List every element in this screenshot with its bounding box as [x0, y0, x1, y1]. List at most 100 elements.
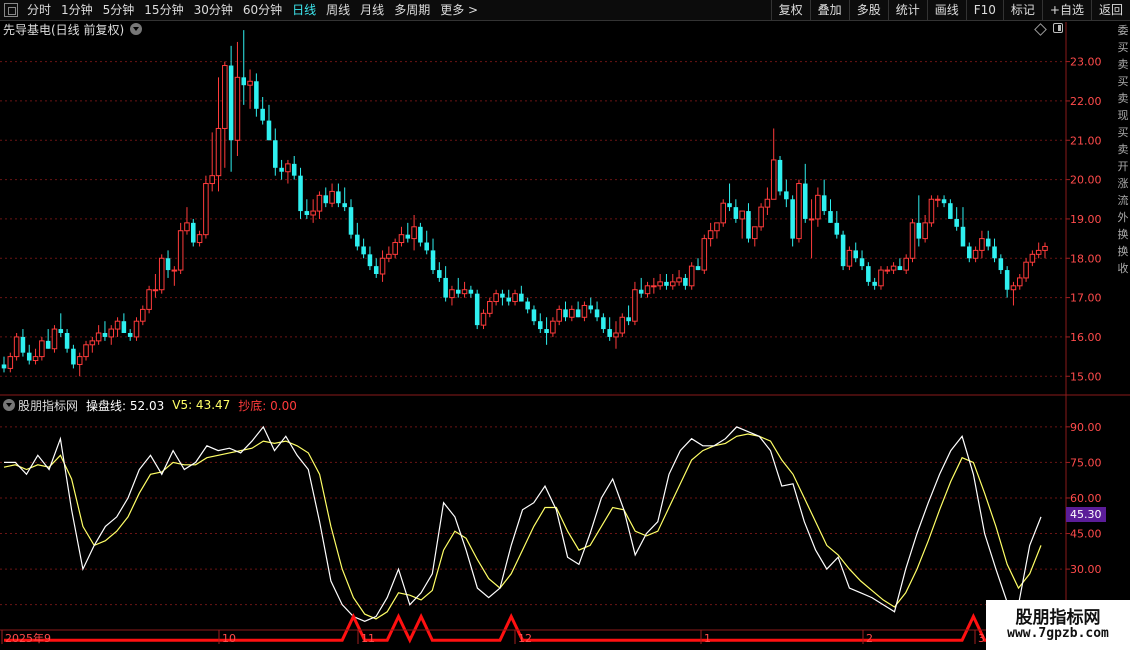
candle-body	[26, 352, 32, 361]
candle-body	[607, 329, 612, 337]
date-tick-label: 12	[518, 632, 532, 645]
watermark-title: 股朋指标网	[1015, 608, 1101, 628]
candle-body	[430, 250, 436, 271]
candle-body	[260, 108, 265, 121]
candle-body	[506, 297, 511, 302]
candle-body	[897, 266, 903, 271]
indicator-tick-label: 75.00	[1070, 456, 1102, 469]
candle-body	[373, 266, 379, 274]
quote-side-panel: 委买卖买卖现买卖开涨流外换换收	[1116, 22, 1130, 394]
price-tick-label: 17.00	[1070, 292, 1102, 305]
candle-body	[928, 198, 935, 224]
candle-body	[784, 191, 789, 200]
candle-body	[1016, 277, 1023, 287]
candle-body	[550, 320, 556, 334]
side-label: 卖	[1117, 92, 1129, 105]
candle-body	[979, 238, 985, 251]
candle-body	[443, 277, 448, 298]
candle-body	[468, 289, 474, 294]
candle-body	[355, 234, 360, 247]
candle-body	[95, 332, 102, 342]
candle-body	[688, 265, 695, 287]
candle-body	[32, 356, 39, 362]
candle-body	[58, 329, 64, 333]
candle-body	[108, 328, 115, 338]
candle-body	[361, 246, 366, 255]
candle-body	[802, 183, 808, 219]
candle-body	[209, 175, 215, 185]
side-label: 流	[1117, 194, 1129, 207]
candle-body	[500, 293, 505, 298]
candle-body	[177, 230, 184, 271]
candle-body	[234, 76, 241, 141]
line1-value: 操盘线: 52.03	[86, 398, 165, 413]
candle-body	[411, 226, 417, 240]
chart-canvas[interactable]: 23.00 22.00 21.00 20.00 19.00 18.00 17.00 16.00…	[0, 0, 1130, 650]
side-label: 卖	[1117, 58, 1129, 71]
candle-body	[493, 293, 499, 303]
candle-body	[701, 238, 708, 271]
candle-body	[954, 218, 959, 227]
candle-body	[76, 356, 83, 365]
candle-body	[588, 305, 594, 310]
candle-body	[228, 65, 234, 141]
candle-body	[405, 234, 411, 239]
candle-body	[815, 194, 821, 220]
candle-body	[127, 333, 133, 337]
candle-body	[512, 293, 518, 303]
candle-body	[7, 356, 14, 369]
price-tick-label: 18.00	[1070, 252, 1102, 265]
candle-body	[777, 159, 783, 192]
side-label: 委	[1117, 24, 1129, 37]
candle-body	[525, 301, 530, 310]
candle-body	[114, 320, 121, 330]
candle-body	[985, 238, 991, 247]
candle-body	[764, 198, 771, 208]
indicator-tick-label: 60.00	[1070, 492, 1102, 505]
candle-body	[828, 211, 833, 223]
candle-body	[222, 65, 228, 129]
candle-body	[285, 163, 291, 173]
side-label: 开	[1117, 160, 1129, 173]
candle-body	[707, 230, 714, 240]
candle-body	[392, 242, 398, 255]
candle-body	[39, 340, 45, 358]
candle-body	[152, 289, 159, 292]
candle-body	[329, 190, 335, 204]
candle-body	[752, 226, 758, 240]
candle-body	[342, 203, 347, 208]
candle-body	[903, 257, 909, 271]
side-label: 买	[1117, 75, 1129, 88]
indicator-tick-label: 90.00	[1070, 421, 1102, 434]
candle-body	[853, 250, 858, 259]
candle-body	[273, 140, 278, 168]
candle-body	[644, 285, 651, 295]
candle-body	[348, 207, 354, 235]
price-tick-label: 19.00	[1070, 213, 1102, 226]
candle-body	[519, 293, 524, 302]
candle-body	[916, 222, 922, 239]
candle-body	[594, 309, 600, 318]
candle-body	[727, 203, 732, 208]
side-label: 换	[1117, 228, 1129, 241]
candle-body	[379, 257, 386, 275]
candle-body	[171, 269, 178, 272]
candle-body	[461, 289, 468, 295]
candle-body	[821, 195, 827, 212]
candle-body	[733, 207, 739, 219]
candle-body	[13, 336, 20, 358]
side-label: 涨	[1117, 177, 1129, 190]
candle-body	[967, 246, 972, 259]
current-value-badge: 45.30	[1066, 507, 1106, 522]
chevron-down-icon[interactable]	[3, 399, 15, 411]
candle-body	[796, 183, 802, 240]
candle-body	[474, 293, 480, 326]
candle-body	[279, 167, 284, 172]
candle-body	[51, 328, 58, 350]
date-tick-label: 10	[222, 632, 236, 645]
candle-body	[455, 289, 461, 294]
candle-body	[972, 249, 979, 259]
candle-body	[538, 321, 543, 330]
candle-body	[531, 309, 537, 322]
candle-body	[247, 80, 253, 86]
